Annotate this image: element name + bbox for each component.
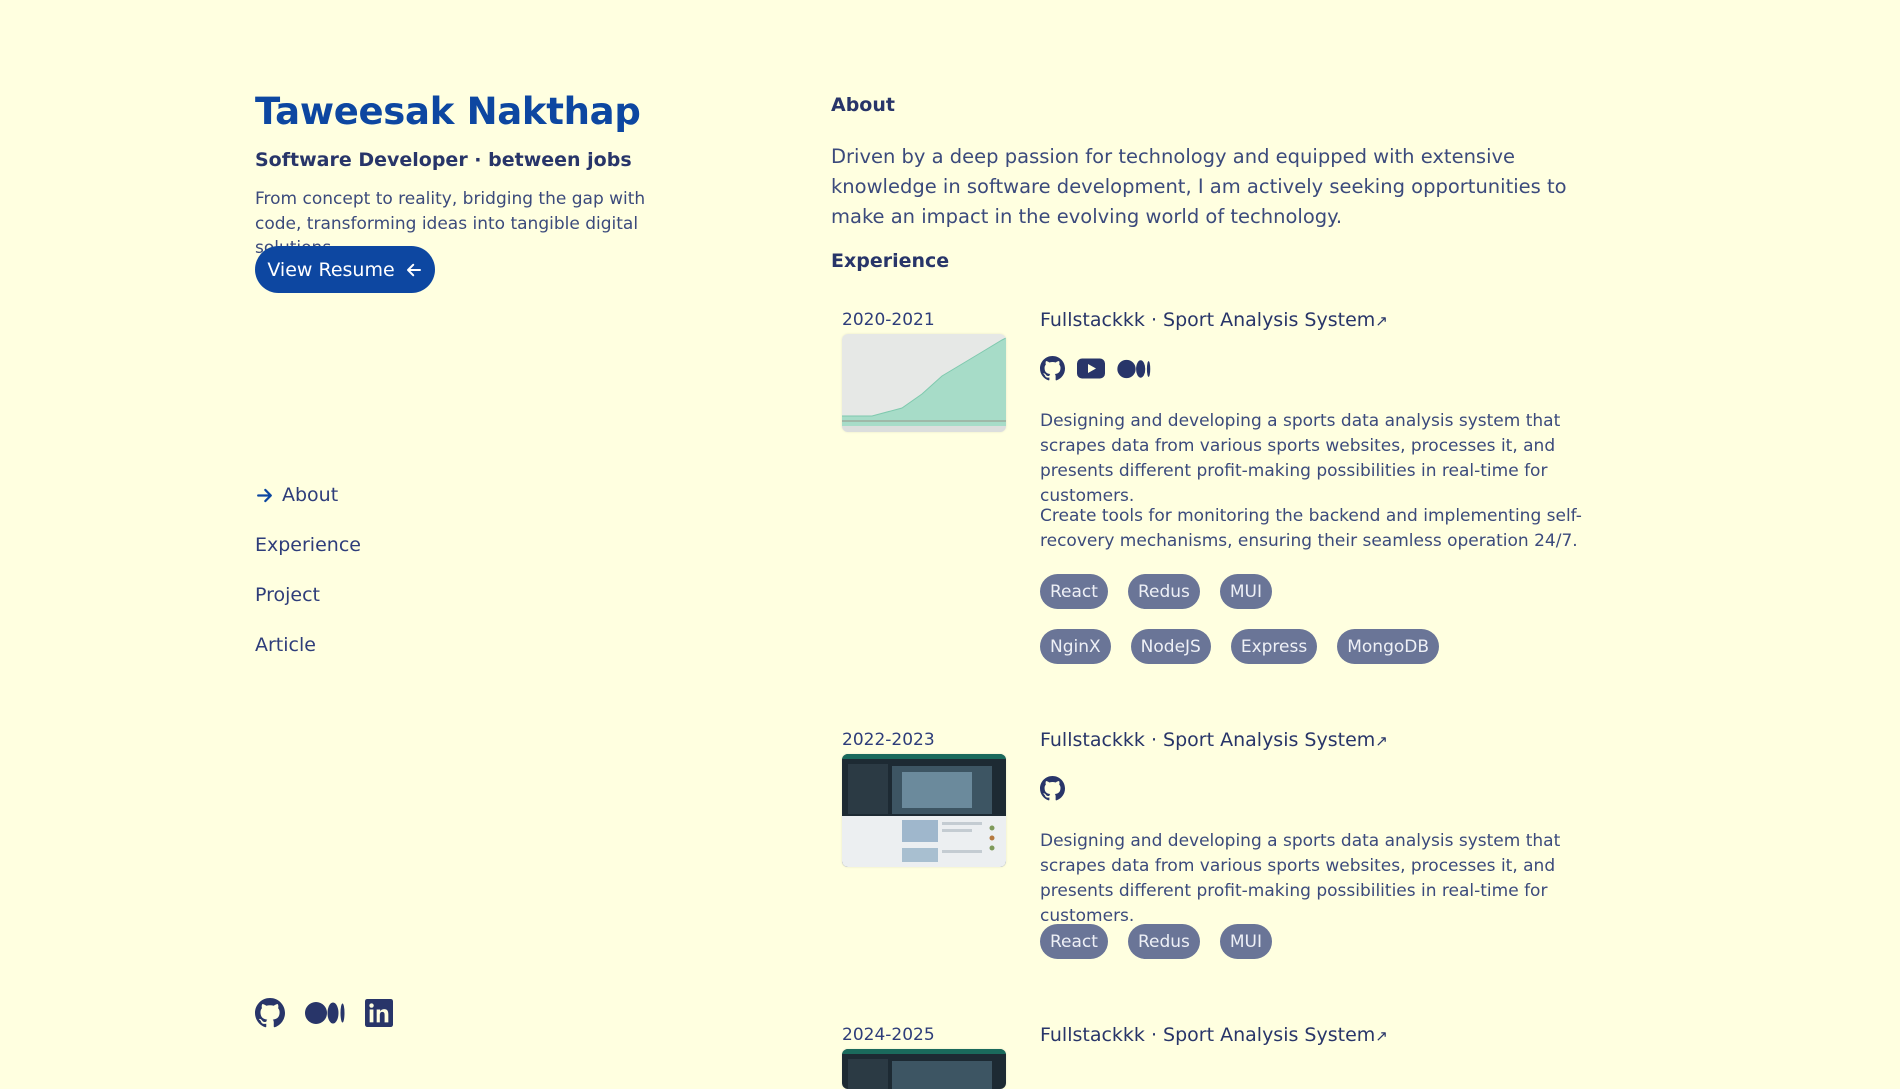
experience-title-link[interactable]: Fullstackkk · Sport Analysis System↗ [1040,729,1388,751]
experience-links [1040,356,1151,381]
nav-label: Experience [255,534,361,556]
nav-label: Project [255,584,321,606]
profile-sidebar: Taweesak Nakthap Software Developer · be… [255,0,715,1079]
github-icon[interactable] [255,998,285,1028]
nav-item-article[interactable]: Article [255,620,361,670]
tech-tag: Express [1230,629,1318,664]
external-link-icon: ↗ [1375,312,1388,330]
experience-title-link[interactable]: Fullstackkk · Sport Analysis System↗ [1040,309,1388,331]
medium-icon[interactable] [305,1001,345,1025]
tech-tag: MUI [1219,924,1272,959]
profile-role: Software Developer · between jobs [255,149,632,171]
tech-tag: MongoDB [1337,629,1440,664]
about-text: Driven by a deep passion for technology … [831,145,1567,228]
experience-title: Fullstackkk · Sport Analysis System [1040,309,1376,331]
experience-thumbnail[interactable] [842,334,1006,432]
arrow-right-icon [255,486,282,505]
arrow-left-icon [405,261,423,279]
experience-title-link[interactable]: Fullstackkk · Sport Analysis System↗ [1040,1024,1388,1046]
tech-tags: React Redus MUI [1040,924,1272,959]
social-links [255,998,393,1028]
nav-item-project[interactable]: Project [255,570,361,620]
profile-name: Taweesak Nakthap [255,90,641,133]
nav-label: Article [255,634,316,656]
github-icon[interactable] [1040,356,1065,381]
medium-icon[interactable] [1117,359,1151,379]
tech-tag: React [1040,924,1108,959]
tech-tags: NginX NodeJS Express MongoDB [1040,629,1440,664]
experience-thumbnail[interactable] [842,1049,1006,1089]
experience-description: Designing and developing a sports data a… [1040,411,1561,506]
experience-thumbnail[interactable] [842,754,1006,867]
experience-title: Fullstackkk · Sport Analysis System [1040,729,1376,751]
nav-item-about[interactable]: About [255,470,361,520]
about-heading: About [831,94,895,116]
tech-tag: Redus [1127,574,1200,609]
experience-date: 2020-2021 [842,310,935,330]
experience-title: Fullstackkk · Sport Analysis System [1040,1024,1376,1046]
external-link-icon: ↗ [1375,732,1388,750]
youtube-icon[interactable] [1077,358,1105,379]
experience-description: Create tools for monitoring the backend … [1040,506,1582,551]
view-resume-label: View Resume [267,258,395,281]
linkedin-icon[interactable] [365,999,393,1027]
experience-heading: Experience [831,250,950,272]
experience-description: Designing and developing a sports data a… [1040,831,1561,926]
tech-tag: NodeJS [1130,629,1211,664]
external-link-icon: ↗ [1375,1027,1388,1045]
section-nav: About Experience Project Article [255,470,361,670]
tech-tag: Redus [1127,924,1200,959]
view-resume-button[interactable]: View Resume [255,246,435,293]
experience-date: 2024-2025 [842,1025,935,1045]
github-icon[interactable] [1040,776,1065,801]
tech-tag: MUI [1219,574,1272,609]
experience-links [1040,776,1065,801]
experience-date: 2022-2023 [842,730,935,750]
tech-tag: React [1040,574,1108,609]
nav-item-experience[interactable]: Experience [255,520,361,570]
tech-tags: React Redus MUI [1040,574,1272,609]
nav-label: About [282,484,339,506]
tech-tag: NginX [1040,629,1111,664]
